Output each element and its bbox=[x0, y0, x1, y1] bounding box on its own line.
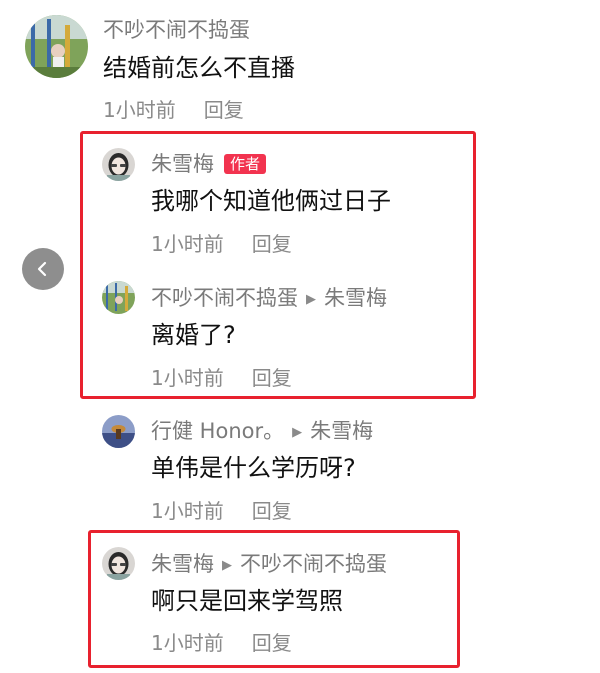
reply-time: 1小时前 bbox=[151, 631, 224, 655]
username-text[interactable]: 朱雪梅 bbox=[151, 552, 214, 576]
reply-arrow-icon: ▶ bbox=[222, 558, 232, 573]
reply-time: 1小时前 bbox=[151, 499, 224, 523]
username-text[interactable]: 行健 Honor。 bbox=[151, 419, 284, 443]
reply-to-username[interactable]: 朱雪梅 bbox=[310, 419, 373, 443]
author-badge: 作者 bbox=[224, 154, 267, 174]
reply-meta: 1小时前 回复 bbox=[151, 499, 292, 523]
avatar[interactable] bbox=[102, 415, 135, 448]
reply-username[interactable]: 不吵不闹不捣蛋 ▶ 朱雪梅 bbox=[151, 286, 387, 314]
chevron-left-icon bbox=[37, 261, 47, 277]
avatar[interactable] bbox=[102, 547, 135, 580]
reply-button[interactable]: 回复 bbox=[252, 366, 292, 390]
username-text[interactable]: 朱雪梅 bbox=[151, 152, 214, 176]
reply-to-username[interactable]: 不吵不闹不捣蛋 bbox=[240, 552, 387, 576]
highlight-box-1 bbox=[80, 131, 476, 399]
username-text[interactable]: 不吵不闹不捣蛋 bbox=[151, 286, 298, 310]
comment-text: 结婚前怎么不直播 bbox=[103, 54, 295, 82]
reply-arrow-icon: ▶ bbox=[306, 292, 316, 307]
avatar[interactable] bbox=[25, 15, 88, 78]
reply-meta: 1小时前 回复 bbox=[151, 631, 292, 655]
comment-meta: 1小时前 回复 bbox=[103, 98, 244, 122]
avatar[interactable] bbox=[102, 281, 135, 314]
reply-button[interactable]: 回复 bbox=[252, 631, 292, 655]
reply-arrow-icon: ▶ bbox=[292, 425, 303, 440]
reply-button[interactable]: 回复 bbox=[252, 499, 292, 523]
reply-meta: 1小时前 回复 bbox=[151, 232, 292, 256]
comment-username[interactable]: 不吵不闹不捣蛋 bbox=[103, 18, 250, 42]
reply-button[interactable]: 回复 bbox=[252, 232, 292, 256]
reply-text: 啊只是回来学驾照 bbox=[151, 587, 343, 615]
reply-text: 单伟是什么学历呀? bbox=[151, 454, 356, 482]
reply-time: 1小时前 bbox=[151, 232, 224, 256]
reply-text: 离婚了? bbox=[151, 321, 236, 349]
avatar[interactable] bbox=[102, 148, 135, 181]
comment-time: 1小时前 bbox=[103, 98, 176, 122]
reply-username[interactable]: 行健 Honor。 ▶ 朱雪梅 bbox=[151, 419, 373, 447]
reply-button[interactable]: 回复 bbox=[204, 98, 244, 122]
reply-username[interactable]: 朱雪梅 作者 bbox=[151, 152, 267, 176]
back-button[interactable] bbox=[22, 248, 64, 290]
reply-username[interactable]: 朱雪梅 ▶ 不吵不闹不捣蛋 bbox=[151, 552, 387, 580]
reply-text: 我哪个知道他俩过日子 bbox=[151, 187, 391, 215]
reply-time: 1小时前 bbox=[151, 366, 224, 390]
reply-to-username[interactable]: 朱雪梅 bbox=[324, 286, 387, 310]
reply-meta: 1小时前 回复 bbox=[151, 366, 292, 390]
